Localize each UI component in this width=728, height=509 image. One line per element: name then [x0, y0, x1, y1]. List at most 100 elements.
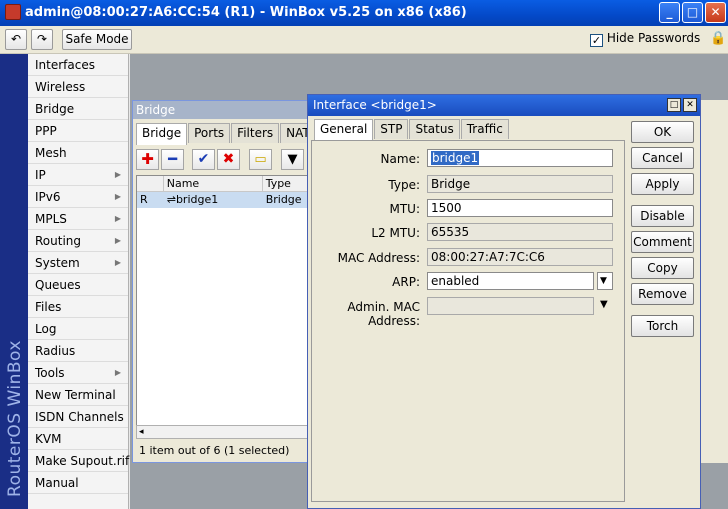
sidebar-item-label: ISDN Channels — [35, 410, 124, 424]
arp-select[interactable]: enabled — [427, 272, 594, 290]
sidebar-item-label: IPv6 — [35, 190, 61, 204]
safe-mode-button[interactable]: Safe Mode — [62, 29, 132, 50]
sidebar-item-interfaces[interactable]: Interfaces — [28, 54, 128, 76]
sidebar-item-radius[interactable]: Radius — [28, 340, 128, 362]
hide-passwords-checkbox[interactable]: ✓ — [590, 34, 603, 47]
sidebar-menu: Interfaces Wireless Bridge PPP Mesh IP ▶ IPv6 ▶ M… — [28, 54, 129, 509]
sidebar-item-label: MPLS — [35, 212, 67, 226]
minimize-button[interactable]: _ — [659, 2, 680, 23]
sidebar-item-queues[interactable]: Queues — [28, 274, 128, 296]
sidebar-item-ipv6[interactable]: IPv6 ▶ — [28, 186, 128, 208]
arp-label: ARP: — [392, 275, 420, 289]
submenu-arrow-icon: ▶ — [114, 192, 121, 201]
mtu-input[interactable]: 1500 — [427, 199, 613, 217]
filter-icon[interactable]: ▼ — [281, 149, 304, 170]
sidebar-item-label: Radius — [35, 344, 76, 358]
flag-column-header — [137, 176, 164, 191]
enable-icon[interactable]: ✔ — [192, 149, 215, 170]
sidebar-item-ppp[interactable]: PPP — [28, 120, 128, 142]
row-name: ⇌bridge1 — [166, 193, 219, 206]
sidebar-item-manual[interactable]: Manual — [28, 472, 128, 494]
comment-icon[interactable]: ▭ — [249, 149, 272, 170]
admin-mac-field[interactable] — [427, 297, 594, 315]
bridge-icon: ⇌ — [166, 193, 176, 206]
sidebar-item-label: IP — [35, 168, 46, 182]
tab-stp[interactable]: STP — [374, 119, 409, 139]
horizontal-scrollbar[interactable]: ◂ — [136, 425, 330, 439]
submenu-arrow-icon: ▶ — [114, 214, 121, 223]
sidebar-item-make-supout-rif[interactable]: Make Supout.rif — [28, 450, 129, 472]
sidebar-item-tools[interactable]: Tools ▶ — [28, 362, 128, 384]
name-input[interactable]: bridge1 — [427, 149, 613, 167]
tab-status[interactable]: Status — [409, 119, 460, 139]
type-label: Type: — [388, 178, 420, 192]
dialog-close-button[interactable]: ✕ — [683, 98, 697, 112]
l2mtu-label: L2 MTU: — [371, 226, 420, 240]
sidebar-item-label: Queues — [35, 278, 81, 292]
apply-button[interactable]: Apply — [631, 173, 694, 195]
l2mtu-field: 65535 — [427, 223, 613, 241]
dialog-title-bar: Interface <bridge1> □ ✕ — [308, 95, 700, 116]
comment-button[interactable]: Comment — [631, 231, 694, 253]
lock-icon: 🔒 — [710, 31, 727, 46]
sidebar-item-new-terminal[interactable]: New Terminal — [28, 384, 128, 406]
name-column-header[interactable]: Name — [164, 176, 263, 191]
tab-general[interactable]: General — [314, 119, 374, 141]
sidebar-item-kvm[interactable]: KVM — [28, 428, 128, 450]
sidebar-item-mesh[interactable]: Mesh — [28, 142, 128, 164]
mac-address-label: MAC Address: — [337, 251, 420, 265]
sidebar-item-routing[interactable]: Routing ▶ — [28, 230, 128, 252]
sidebar-item-bridge[interactable]: Bridge — [28, 98, 128, 120]
sidebar-item-ip[interactable]: IP ▶ — [28, 164, 128, 186]
submenu-arrow-icon: ▶ — [114, 258, 121, 267]
sidebar-item-label: Interfaces — [35, 58, 95, 72]
sidebar-item-label: PPP — [35, 124, 57, 138]
arp-dropdown-icon[interactable]: ▼ — [597, 272, 613, 290]
maximize-button[interactable]: □ — [682, 2, 703, 23]
submenu-arrow-icon: ▶ — [114, 236, 121, 245]
disable-icon[interactable]: ✖ — [217, 149, 240, 170]
dialog-maximize-button[interactable]: □ — [667, 98, 681, 112]
tab-traffic[interactable]: Traffic — [460, 119, 509, 139]
remove-button[interactable]: Remove — [631, 283, 694, 305]
sidebar-item-system[interactable]: System ▶ — [28, 252, 128, 274]
sidebar-item-label: Mesh — [35, 146, 67, 160]
row-flag: R — [140, 193, 148, 206]
sidebar-item-label: Routing — [35, 234, 82, 248]
window-title: admin@08:00:27:A6:CC:54 (R1) - WinBox v5… — [25, 5, 467, 20]
remove-icon[interactable]: ━ — [161, 149, 184, 170]
sidebar-item-mpls[interactable]: MPLS ▶ — [28, 208, 128, 230]
winbox-app-icon — [5, 4, 21, 20]
table-row[interactable]: R ⇌bridge1 Bridge — [137, 192, 329, 208]
general-tab-panel: Name: bridge1 Type: Bridge MTU: 1500 L2 … — [311, 140, 625, 502]
sidebar-item-label: System — [35, 256, 80, 270]
copy-button[interactable]: Copy — [631, 257, 694, 279]
table-header: Name Type — [137, 176, 329, 192]
add-icon[interactable]: ✚ — [136, 149, 159, 170]
sidebar-item-wireless[interactable]: Wireless — [28, 76, 128, 98]
tab-filters[interactable]: Filters — [231, 123, 280, 143]
sidebar-item-log[interactable]: Log — [28, 318, 128, 340]
tab-bridge[interactable]: Bridge — [136, 123, 188, 145]
sidebar-item-label: Log — [35, 322, 57, 336]
disable-button[interactable]: Disable — [631, 205, 694, 227]
admin-mac-label: Admin. MAC Address: — [347, 300, 420, 328]
submenu-arrow-icon: ▶ — [114, 368, 121, 377]
ok-button[interactable]: OK — [631, 121, 694, 143]
interface-dialog: Interface <bridge1> □ ✕ General STP Status… — [307, 94, 701, 509]
close-button[interactable]: ✕ — [705, 2, 726, 23]
cancel-button[interactable]: Cancel — [631, 147, 694, 169]
redo-icon[interactable]: ↷ — [31, 29, 53, 50]
sidebar-item-files[interactable]: Files — [28, 296, 128, 318]
status-line: 1 item out of 6 (1 selected) — [139, 444, 290, 457]
brand-text: RouterOS WinBox — [5, 340, 25, 497]
undo-icon[interactable]: ↶ — [5, 29, 27, 50]
sidebar-item-label: Bridge — [35, 102, 75, 116]
hide-passwords-toggle[interactable]: ✓ Hide Passwords — [590, 31, 700, 47]
admin-mac-dropdown-icon[interactable]: ▼ — [600, 299, 608, 310]
sidebar-item-isdn-channels[interactable]: ISDN Channels — [28, 406, 128, 428]
torch-button[interactable]: Torch — [631, 315, 694, 337]
background-window — [700, 100, 728, 463]
mac-address-field: 08:00:27:A7:7C:C6 — [427, 248, 613, 266]
tab-ports[interactable]: Ports — [188, 123, 231, 143]
